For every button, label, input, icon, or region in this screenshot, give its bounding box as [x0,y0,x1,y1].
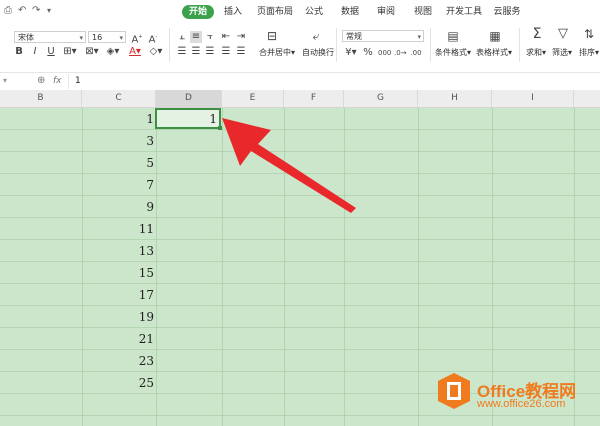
annotation-arrow-icon [222,118,356,213]
office-logo-icon [438,373,470,409]
watermark-url: www.office26.com [477,398,566,410]
